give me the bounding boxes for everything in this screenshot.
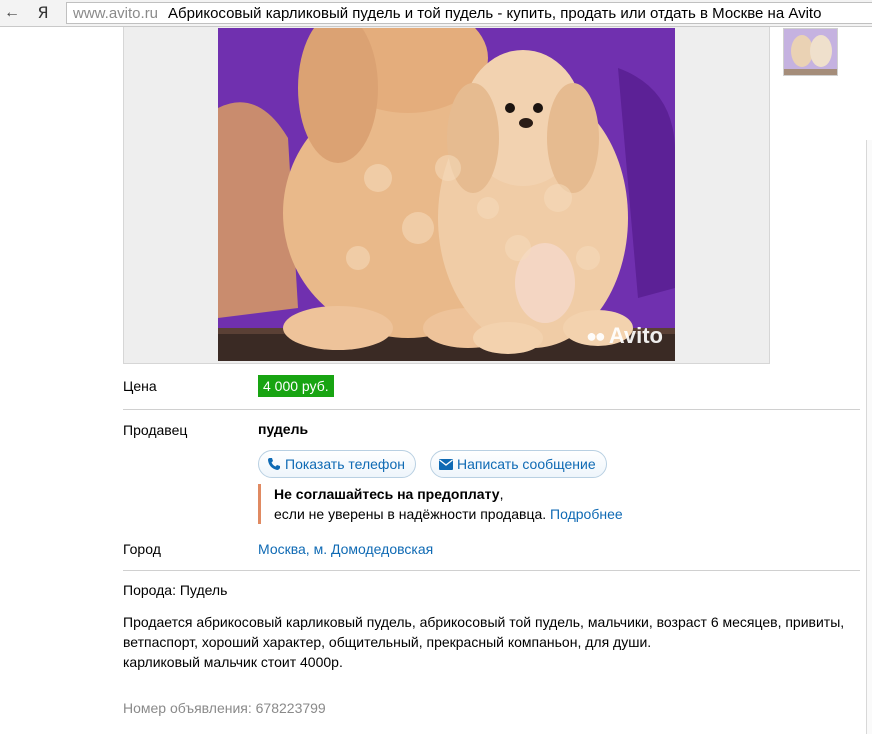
yandex-logo-icon[interactable]: Я (32, 2, 54, 24)
back-arrow-icon[interactable]: ← (2, 3, 22, 23)
description-line: карликовый мальчик стоит 4000р. (123, 654, 343, 670)
description-line: ветпаспорт, хороший характер, общительны… (123, 634, 652, 650)
seller-name[interactable]: пудель (258, 421, 308, 437)
price-badge: 4 000 руб. (258, 375, 334, 397)
breed-param: Порода: Пудель (123, 582, 228, 598)
poodle-photo-image (218, 28, 675, 361)
thumbnail-image (784, 29, 837, 75)
address-bar[interactable]: www.avito.ru Абрикосовый карликовый пуде… (66, 2, 872, 24)
divider (123, 570, 860, 571)
warning-comma: , (499, 486, 504, 502)
show-phone-label: Показать телефон (285, 456, 405, 472)
write-message-button[interactable]: Написать сообщение (430, 450, 607, 478)
page-title: Абрикосовый карликовый пудель и той пуде… (168, 4, 822, 22)
ad-description: Продается абрикосовый карликовый пудель,… (123, 612, 863, 672)
city-link[interactable]: Москва, м. Домодедовская (258, 541, 433, 557)
divider (123, 409, 860, 410)
scrollbar[interactable] (866, 140, 872, 734)
city-label: Город (123, 541, 161, 557)
watermark-text: Avito (608, 323, 663, 348)
avito-watermark: ●● Avito (586, 323, 663, 349)
envelope-icon (439, 458, 453, 470)
write-message-label: Написать сообщение (457, 456, 596, 472)
main-photo[interactable]: ●● Avito (218, 28, 675, 361)
description-line: Продается абрикосовый карликовый пудель,… (123, 614, 845, 630)
show-phone-button[interactable]: Показать телефон (258, 450, 416, 478)
more-info-link[interactable]: Подробнее (550, 506, 623, 522)
warning-text: если не уверены в надёжности продавца. (274, 506, 547, 522)
avito-dots-icon: ●● (586, 325, 606, 346)
price-label: Цена (123, 378, 157, 394)
seller-label: Продавец (123, 422, 188, 438)
phone-icon (267, 457, 281, 471)
prepayment-warning: Не соглашайтесь на предоплату, если не у… (258, 484, 678, 524)
ad-number: Номер объявления: 678223799 (123, 700, 326, 716)
warning-title: Не соглашайтесь на предоплату (274, 486, 500, 502)
browser-toolbar: ← Я www.avito.ru Абрикосовый карликовый … (0, 0, 872, 27)
photo-thumbnail[interactable] (783, 28, 838, 76)
address-url[interactable]: www.avito.ru (73, 5, 158, 22)
